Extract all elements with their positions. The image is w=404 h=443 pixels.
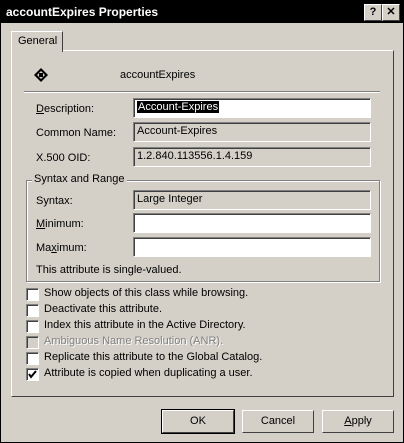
- syntax-field: Large Integer: [133, 190, 371, 210]
- apply-button[interactable]: Apply: [322, 410, 394, 433]
- deactivate-label[interactable]: Deactivate this attribute.: [44, 303, 162, 315]
- ok-button[interactable]: OK: [161, 409, 235, 434]
- anr-label: Ambiguous Name Resolution (ANR).: [44, 335, 224, 347]
- help-button[interactable]: ?: [364, 4, 382, 21]
- oid-field: 1.2.840.113556.1.4.159: [133, 147, 371, 167]
- tab-general-label: General: [18, 35, 58, 47]
- description-field[interactable]: Account-Expires: [133, 98, 371, 118]
- maximum-label: Maximum:: [36, 242, 87, 254]
- maximum-input[interactable]: [133, 237, 371, 257]
- show-objects-checkbox[interactable]: [26, 288, 39, 301]
- checkmark-icon: [28, 370, 37, 379]
- common-name-field: Account-Expires: [133, 122, 371, 142]
- syntax-group-title: Syntax and Range: [32, 173, 127, 185]
- common-name-label: Common Name:: [36, 127, 117, 139]
- window-title: accountExpires Properties: [6, 5, 159, 19]
- copy-on-duplicate-label[interactable]: Attribute is copied when duplicating a u…: [44, 367, 253, 379]
- minimum-input[interactable]: [133, 213, 371, 233]
- general-panel: accountExpires Description: Account-Expi…: [11, 50, 394, 397]
- description-value: Account-Expires: [137, 101, 220, 113]
- deactivate-checkbox[interactable]: [26, 304, 39, 317]
- properties-dialog: accountExpires Properties ? ✕ General ac…: [0, 0, 404, 443]
- title-bar[interactable]: accountExpires Properties ? ✕: [1, 1, 403, 23]
- cancel-button[interactable]: Cancel: [242, 410, 314, 433]
- close-button[interactable]: ✕: [382, 4, 400, 21]
- single-valued-note: This attribute is single-valued.: [36, 264, 182, 276]
- replicate-label[interactable]: Replicate this attribute to the Global C…: [44, 351, 262, 363]
- replicate-checkbox[interactable]: [26, 352, 39, 365]
- header-divider: [24, 91, 380, 93]
- oid-label: X.500 OID:: [36, 152, 91, 164]
- description-label: Description:: [36, 103, 95, 115]
- index-label[interactable]: Index this attribute in the Active Direc…: [44, 319, 246, 331]
- syntax-label: Syntax:: [36, 195, 73, 207]
- tab-general[interactable]: General: [11, 31, 63, 52]
- minimum-label: Minimum:: [36, 218, 84, 230]
- anr-checkbox: [26, 336, 39, 349]
- attribute-icon: [34, 68, 48, 82]
- attribute-name: accountExpires: [120, 69, 196, 81]
- copy-on-duplicate-checkbox[interactable]: [26, 368, 39, 381]
- show-objects-label[interactable]: Show objects of this class while browsin…: [44, 287, 248, 299]
- index-checkbox[interactable]: [26, 320, 39, 333]
